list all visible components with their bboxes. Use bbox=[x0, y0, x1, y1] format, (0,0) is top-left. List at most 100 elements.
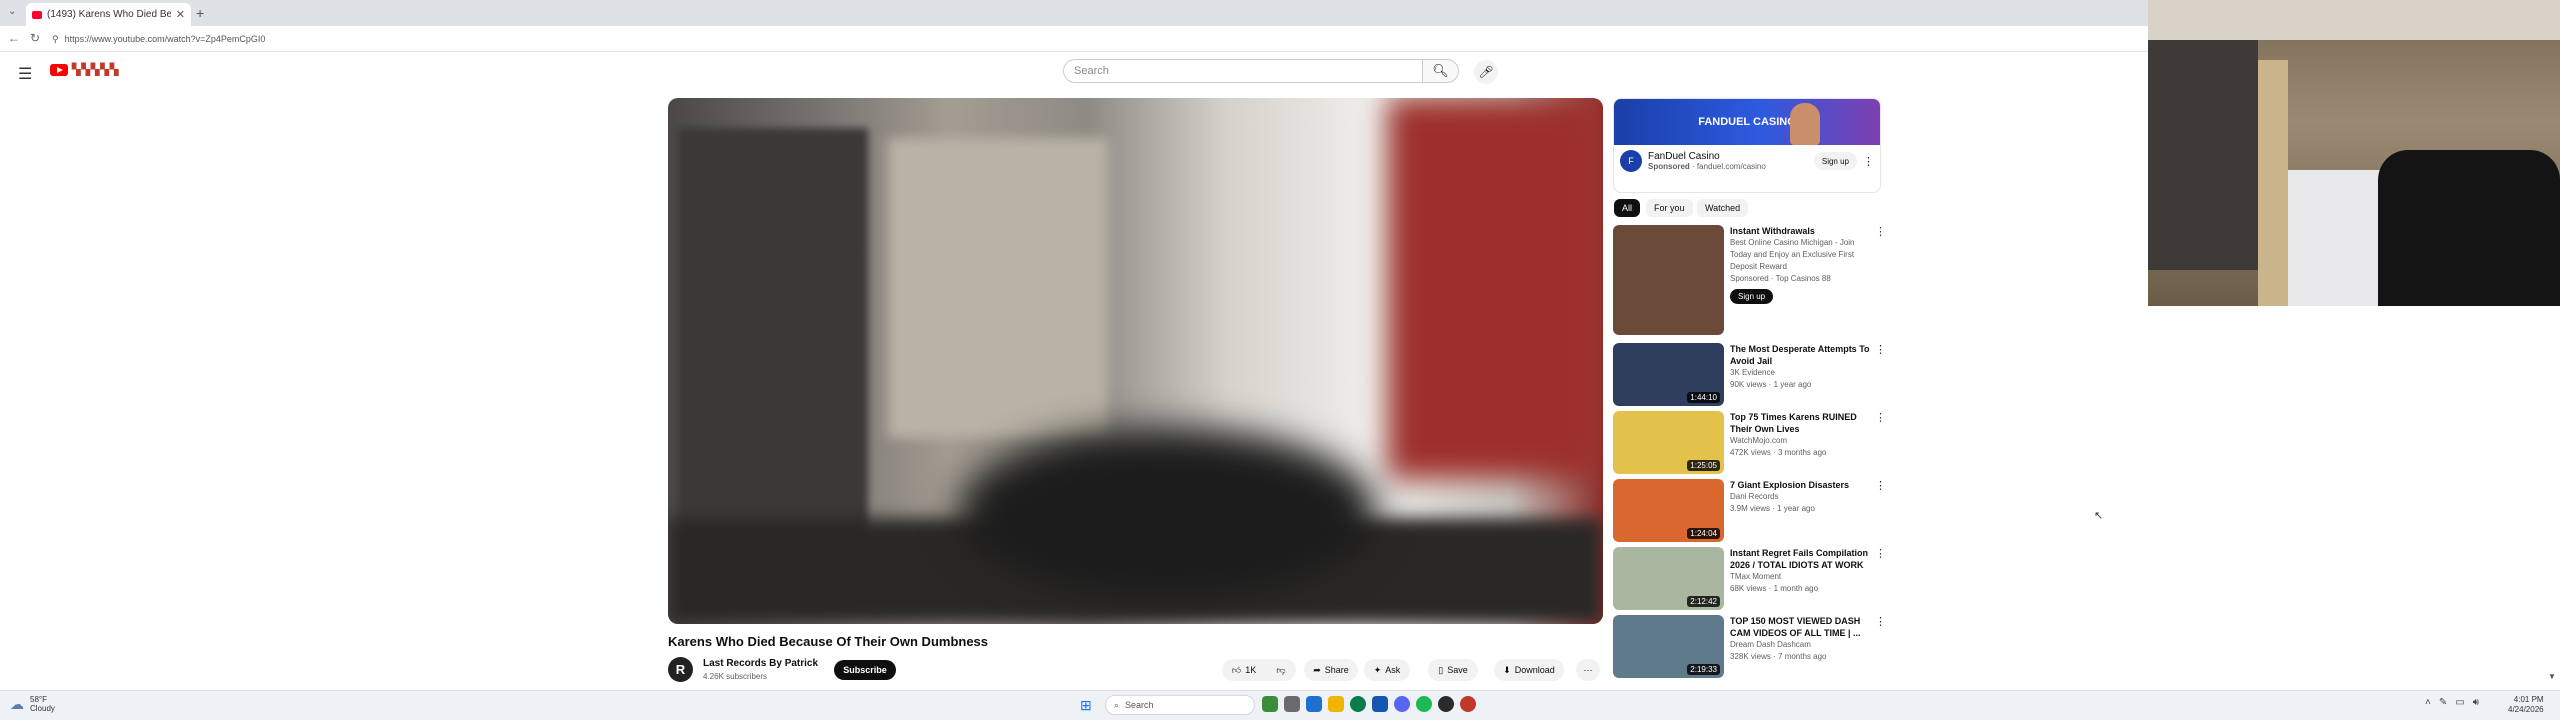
taskbar-app-icon[interactable] bbox=[1262, 696, 1278, 712]
task-view-icon[interactable] bbox=[1284, 696, 1300, 712]
chip-watched[interactable]: Watched bbox=[1697, 199, 1749, 217]
recommendation-thumbnail[interactable]: 1:44:10 bbox=[1613, 343, 1724, 406]
url-text: https://www.youtube.com/watch?v=Zp4PemCp… bbox=[64, 34, 266, 44]
browser-tab[interactable]: (1493) Karens Who Died Beca ✕ bbox=[26, 3, 191, 26]
recommendation-item[interactable]: 1:44:10 The Most Desperate Attempts To A… bbox=[1613, 343, 1886, 407]
back-icon[interactable]: ← bbox=[8, 31, 20, 45]
network-icon[interactable]: ▭ bbox=[2455, 697, 2464, 708]
recommendation-title[interactable]: Top 75 Times Karens RUINED Their Own Liv… bbox=[1730, 411, 1870, 435]
more-options-icon[interactable]: ⋮ bbox=[1875, 547, 1886, 560]
weather-widget[interactable]: ☁ 58°F Cloudy bbox=[10, 695, 55, 713]
tab-search-icon[interactable]: ⌄ bbox=[8, 6, 16, 17]
more-actions-button[interactable]: ⋯ bbox=[1576, 659, 1600, 681]
ad-more-icon[interactable]: ⋮ bbox=[1863, 155, 1874, 168]
obs-icon[interactable] bbox=[1460, 696, 1476, 712]
voice-search-button[interactable]: 🎤︎ bbox=[1474, 60, 1498, 84]
search-input[interactable]: Search bbox=[1063, 59, 1423, 83]
close-tab-icon[interactable]: ✕ bbox=[176, 8, 185, 21]
ad-sponsored-label: Sponsored bbox=[1648, 162, 1690, 171]
ad-model-image bbox=[1790, 103, 1820, 145]
system-tray: ˄ ✎ ▭ 🔊︎ bbox=[2425, 697, 2479, 708]
microphone-icon: 🎤︎ bbox=[1478, 65, 1494, 79]
sponsored-ad[interactable]: FANDUEL CASINO F FanDuel Casino Sponsore… bbox=[1613, 98, 1881, 193]
recommendation-title[interactable]: TOP 150 MOST VIEWED DASH CAM VIDEOS OF A… bbox=[1730, 615, 1870, 639]
subscribe-button[interactable]: Subscribe bbox=[834, 660, 896, 680]
ad-banner[interactable]: FANDUEL CASINO bbox=[1614, 99, 1880, 145]
file-explorer-icon[interactable] bbox=[1328, 696, 1344, 712]
more-options-icon[interactable]: ⋮ bbox=[1875, 615, 1886, 628]
windows-start-icon[interactable]: ⊞ bbox=[1080, 697, 1092, 714]
taskbar-clock[interactable]: 4:01 PM 4/24/2026 bbox=[2508, 695, 2544, 715]
more-options-icon[interactable]: ⋮ bbox=[1875, 225, 1886, 238]
sponsored-signup-button[interactable]: Sign up bbox=[1730, 289, 1774, 304]
recommendation-item[interactable]: 1:25:05 Top 75 Times Karens RUINED Their… bbox=[1613, 411, 1886, 475]
recommendation-title[interactable]: The Most Desperate Attempts To Avoid Jai… bbox=[1730, 343, 1870, 367]
more-options-icon[interactable]: ⋮ bbox=[1875, 343, 1886, 356]
download-button[interactable]: ⬇ Download bbox=[1494, 659, 1564, 681]
recommendation-item[interactable]: 2:12:42 Instant Regret Fails Compilation… bbox=[1613, 547, 1886, 611]
webcam-curtain bbox=[2148, 40, 2258, 270]
recommendation-description: Best Online Casino Michigan - Join Today… bbox=[1730, 238, 1855, 271]
recommendation-title[interactable]: Instant Regret Fails Compilation 2026 / … bbox=[1730, 547, 1870, 571]
tray-overflow-icon[interactable]: ˄ bbox=[2425, 697, 2431, 708]
video-duration: 2:19:33 bbox=[1687, 664, 1720, 675]
recommendation-item[interactable]: Instant Withdrawals Best Online Casino M… bbox=[1613, 225, 1886, 335]
recommendation-channel[interactable]: Dani Records bbox=[1730, 491, 1870, 503]
video-player[interactable] bbox=[668, 98, 1603, 624]
chrome-icon[interactable] bbox=[1438, 696, 1454, 712]
recommendation-item[interactable]: 2:19:33 TOP 150 MOST VIEWED DASH CAM VID… bbox=[1613, 615, 1886, 679]
recommendation-meta: 472K views · 3 months ago bbox=[1730, 448, 1827, 457]
like-button[interactable]: 👍︎ 1K bbox=[1222, 659, 1266, 681]
recommendation-thumbnail[interactable]: 1:25:05 bbox=[1613, 411, 1724, 474]
recommendation-thumbnail[interactable]: 2:12:42 bbox=[1613, 547, 1724, 610]
cloud-icon: ☁ bbox=[10, 695, 24, 712]
recommendation-meta: 3.9M views · 1 year ago bbox=[1730, 504, 1815, 513]
taskbar-app-icon[interactable] bbox=[1306, 696, 1322, 712]
more-options-icon[interactable]: ⋮ bbox=[1875, 479, 1886, 492]
weather-description: Cloudy bbox=[30, 704, 55, 713]
recommendation-title[interactable]: 7 Giant Explosion Disasters bbox=[1730, 479, 1870, 491]
recommendation-thumbnail[interactable]: 2:19:33 bbox=[1613, 615, 1724, 678]
scroll-down-arrow-icon[interactable]: ▼ bbox=[2548, 672, 2556, 681]
more-options-icon[interactable]: ⋮ bbox=[1875, 411, 1886, 424]
share-button[interactable]: ➦ Share bbox=[1304, 659, 1358, 681]
video-frame-arm bbox=[1388, 98, 1603, 478]
search-button[interactable]: 🔍︎ bbox=[1423, 59, 1459, 83]
chip-all[interactable]: All bbox=[1614, 199, 1641, 217]
ask-button[interactable]: ✦ Ask bbox=[1364, 659, 1410, 681]
menu-icon[interactable]: ☰ bbox=[18, 64, 32, 84]
reload-icon[interactable]: ↻ bbox=[30, 31, 40, 45]
recommendation-channel[interactable]: Dream Dash Dashcam bbox=[1730, 639, 1870, 651]
recommendation-thumbnail[interactable] bbox=[1613, 225, 1724, 335]
ad-signup-button[interactable]: Sign up bbox=[1813, 152, 1857, 170]
recommendation-thumbnail[interactable]: 1:24:04 bbox=[1613, 479, 1724, 542]
mouse-cursor-icon: ↖ bbox=[2094, 510, 2104, 522]
taskbar-search[interactable]: ⌕ Search bbox=[1105, 695, 1255, 715]
recommendation-channel[interactable]: TMax Moment bbox=[1730, 571, 1870, 583]
youtube-play-icon bbox=[50, 63, 68, 76]
address-bar[interactable]: ⚲ https://www.youtube.com/watch?v=Zp4Pem… bbox=[52, 30, 1852, 48]
chip-for-you[interactable]: For you bbox=[1646, 199, 1693, 217]
video-frame-glove bbox=[958, 428, 1378, 598]
recommendation-channel[interactable]: 3K Evidence bbox=[1730, 367, 1870, 379]
channel-avatar[interactable]: R bbox=[668, 657, 693, 682]
save-button[interactable]: ▯ Save bbox=[1428, 659, 1478, 681]
recommendation-channel[interactable]: WatchMojo.com bbox=[1730, 435, 1870, 447]
youtube-logo[interactable]: ▚▚▚▚▚ bbox=[50, 63, 119, 76]
download-icon: ⬇ bbox=[1503, 664, 1511, 675]
new-tab-icon[interactable]: + bbox=[196, 5, 204, 21]
channel-name[interactable]: Last Records By Patrick bbox=[703, 658, 818, 669]
store-icon[interactable] bbox=[1372, 696, 1388, 712]
webcam-shelf bbox=[2258, 60, 2288, 306]
recommendation-title[interactable]: Instant Withdrawals bbox=[1730, 225, 1870, 237]
share-label: Share bbox=[1324, 665, 1349, 675]
spotify-icon[interactable] bbox=[1416, 696, 1432, 712]
recommendation-item[interactable]: 1:24:04 7 Giant Explosion Disasters Dani… bbox=[1613, 479, 1886, 543]
pen-icon[interactable]: ✎ bbox=[2439, 697, 2447, 708]
edge-browser-icon[interactable] bbox=[1350, 696, 1366, 712]
discord-icon[interactable] bbox=[1394, 696, 1410, 712]
volume-icon[interactable]: 🔊︎ bbox=[2473, 697, 2479, 708]
dislike-button[interactable]: 👎︎ bbox=[1266, 659, 1296, 681]
site-info-icon[interactable]: ⚲ bbox=[52, 34, 59, 45]
webcam-chair bbox=[2378, 150, 2560, 306]
